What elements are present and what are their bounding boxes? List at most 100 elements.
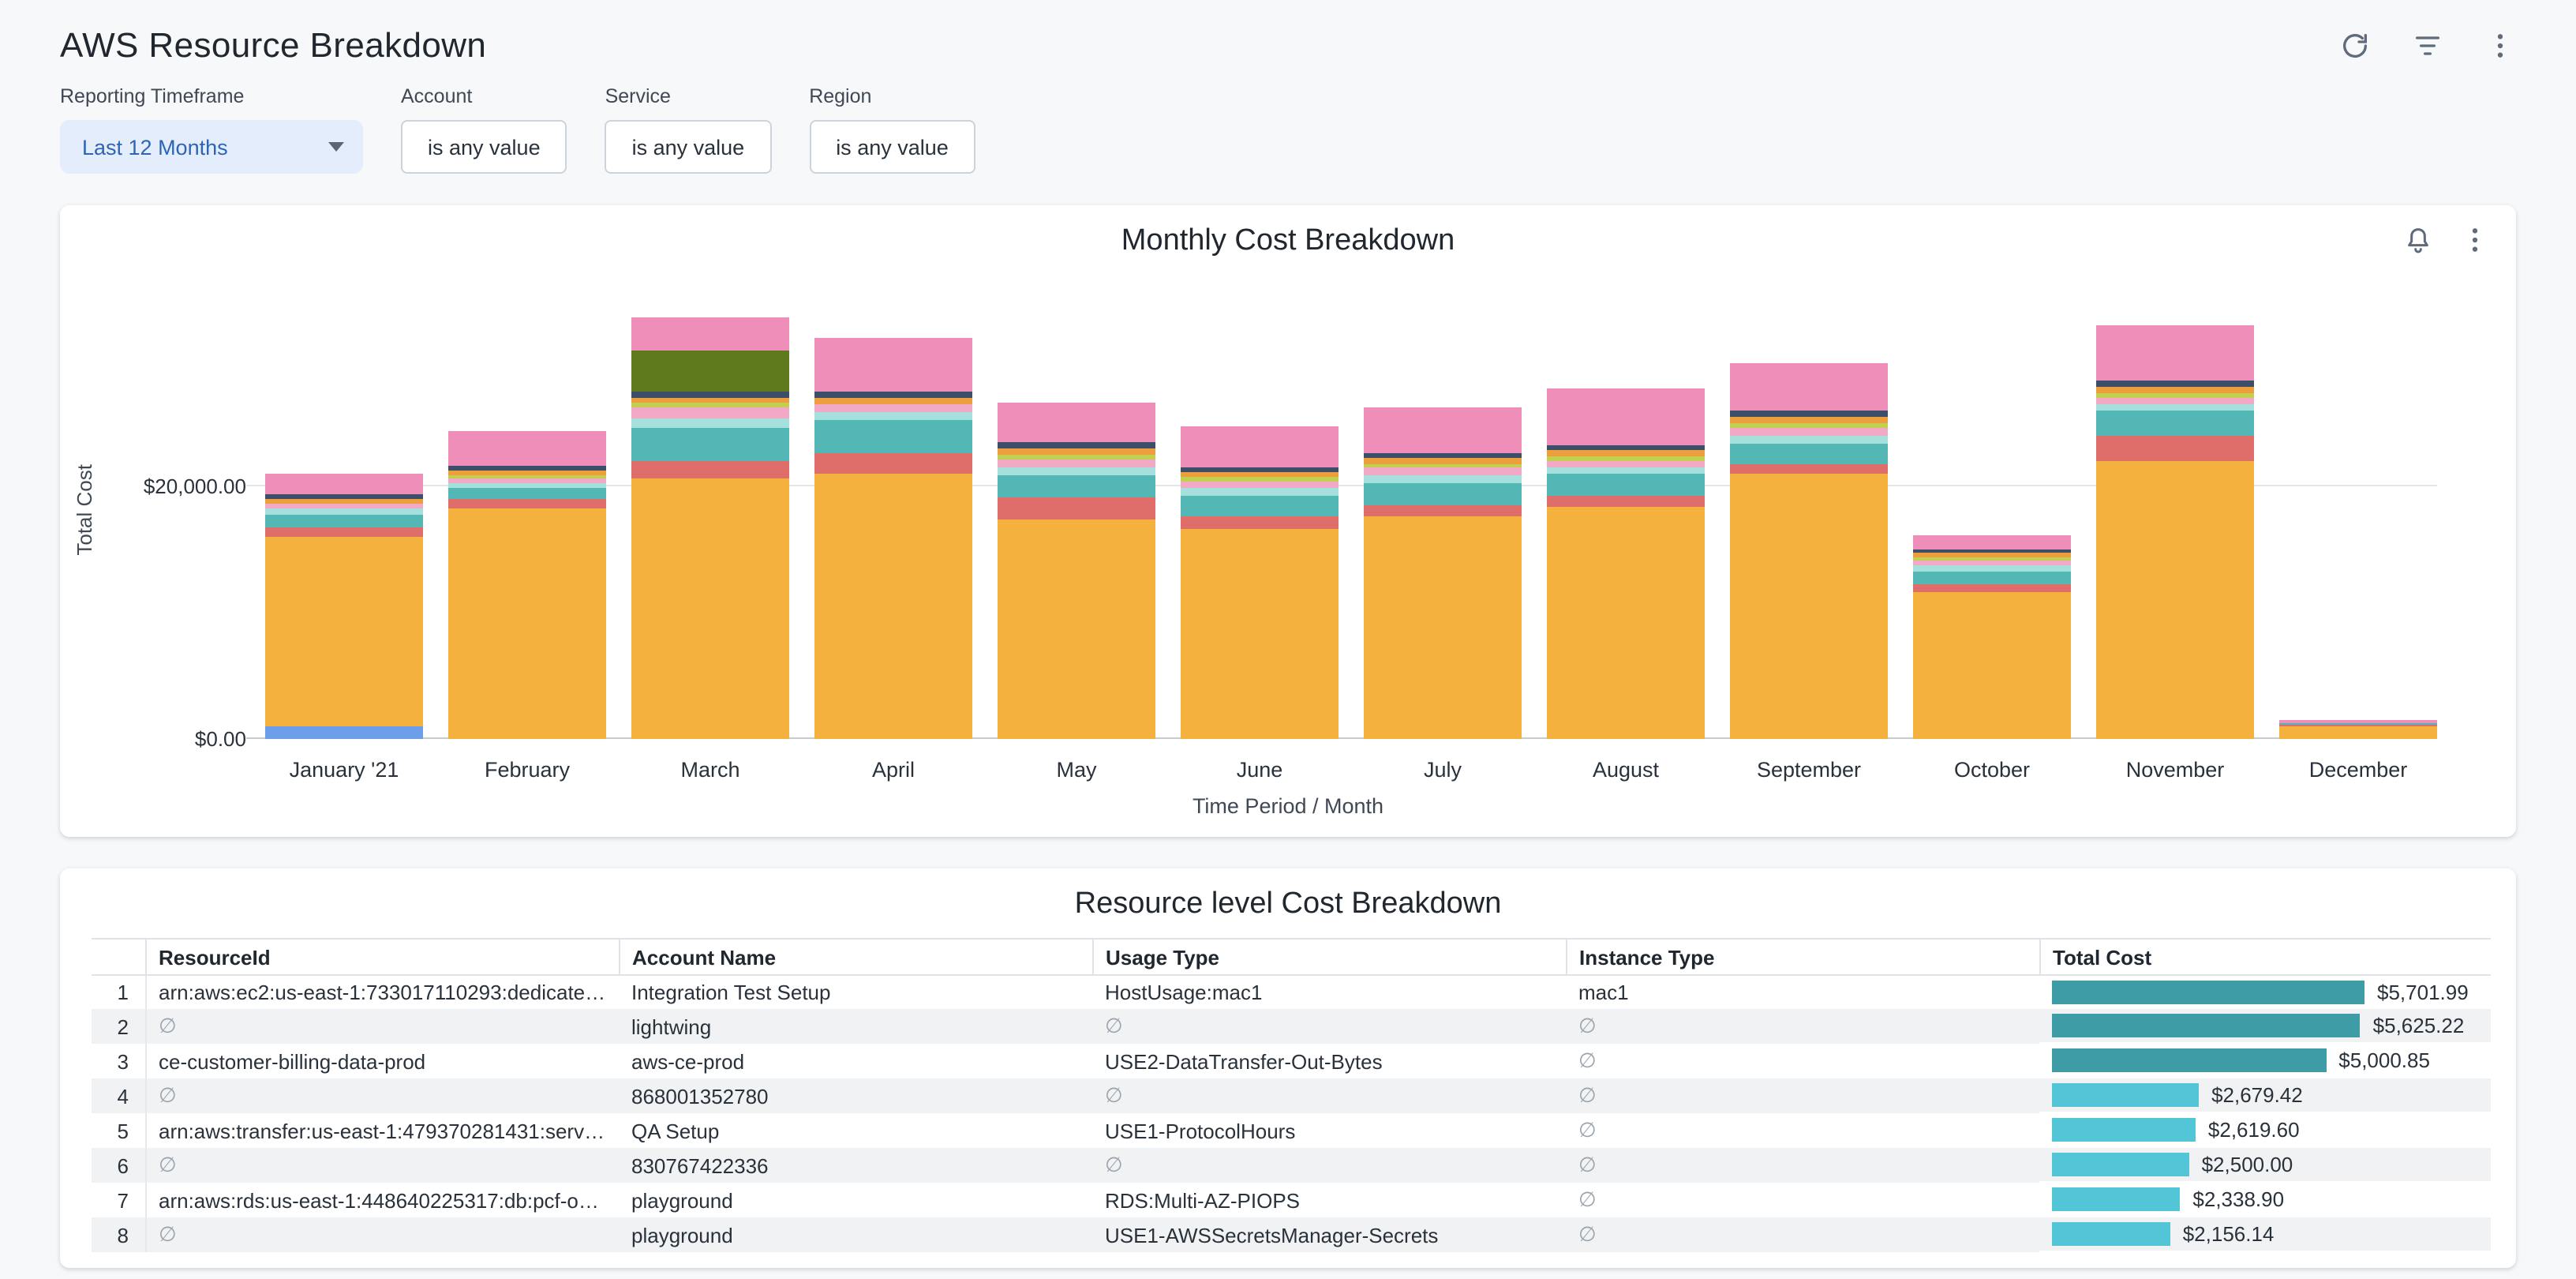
- cell-usage-type[interactable]: ∅: [1092, 1078, 1566, 1113]
- bar-segment[interactable]: [1181, 426, 1339, 467]
- stacked-bar[interactable]: [998, 403, 1155, 739]
- bar-segment[interactable]: [1181, 488, 1339, 495]
- cell-account-name[interactable]: lightwing: [619, 1009, 1092, 1044]
- filter-icon[interactable]: [2412, 30, 2443, 62]
- cell-total-cost[interactable]: $2,156.14: [2039, 1217, 2491, 1251]
- cell-usage-type[interactable]: ∅: [1092, 1148, 1566, 1183]
- cell-resource-id[interactable]: ∅: [145, 1009, 619, 1044]
- cell-usage-type[interactable]: HostUsage:mac1: [1092, 975, 1566, 1009]
- cell-instance-type[interactable]: ∅: [1566, 1078, 2039, 1113]
- bar-segment[interactable]: [1547, 474, 1705, 495]
- bar-segment[interactable]: [631, 317, 789, 351]
- bar-segment[interactable]: [631, 408, 789, 418]
- service-filter-button[interactable]: is any value: [605, 120, 772, 174]
- bar-segment[interactable]: [1730, 444, 1888, 464]
- bar-segment[interactable]: [631, 351, 789, 392]
- bar-segment[interactable]: [814, 412, 972, 421]
- stacked-bar[interactable]: [1364, 408, 1522, 739]
- bar-segment[interactable]: [631, 392, 789, 397]
- column-header[interactable]: Total Cost: [2039, 939, 2491, 975]
- column-header[interactable]: ResourceId: [145, 939, 619, 975]
- cell-usage-type[interactable]: RDS:Multi-AZ-PIOPS: [1092, 1183, 1566, 1217]
- account-filter-button[interactable]: is any value: [401, 120, 567, 174]
- bar-segment[interactable]: [1181, 495, 1339, 516]
- bar-segment[interactable]: [1547, 444, 1705, 450]
- bar-segment[interactable]: [998, 497, 1155, 519]
- bar-segment[interactable]: [1547, 507, 1705, 739]
- bar-segment[interactable]: [1913, 536, 2071, 550]
- bar-segment[interactable]: [998, 519, 1155, 739]
- column-header[interactable]: Instance Type: [1566, 939, 2039, 975]
- bar-segment[interactable]: [2279, 726, 2437, 739]
- cell-account-name[interactable]: Integration Test Setup: [619, 975, 1092, 1009]
- bar-segment[interactable]: [1913, 565, 2071, 571]
- bar-segment[interactable]: [1730, 463, 1888, 474]
- cell-usage-type[interactable]: USE1-ProtocolHours: [1092, 1113, 1566, 1148]
- stacked-bar[interactable]: [814, 337, 972, 739]
- bar-segment[interactable]: [1730, 411, 1888, 417]
- stacked-bar[interactable]: [448, 431, 606, 739]
- cell-usage-type[interactable]: USE1-AWSSecretsManager-Secrets: [1092, 1217, 1566, 1252]
- bar-segment[interactable]: [1364, 482, 1522, 505]
- bar-segment[interactable]: [1364, 468, 1522, 475]
- bar-segment[interactable]: [1181, 516, 1339, 529]
- cell-total-cost[interactable]: $2,679.42: [2039, 1078, 2491, 1112]
- bar-segment[interactable]: [2096, 461, 2254, 739]
- bar-segment[interactable]: [998, 442, 1155, 448]
- bar-segment[interactable]: [998, 403, 1155, 443]
- bar-segment[interactable]: [1547, 495, 1705, 506]
- cell-resource-id[interactable]: arn:aws:rds:us-east-1:448640225317:db:pc…: [145, 1183, 619, 1217]
- bar-segment[interactable]: [1730, 417, 1888, 422]
- cell-usage-type[interactable]: ∅: [1092, 1009, 1566, 1044]
- bar-segment[interactable]: [631, 461, 789, 478]
- bar-segment[interactable]: [448, 488, 606, 499]
- cell-resource-id[interactable]: ∅: [145, 1217, 619, 1252]
- bar-segment[interactable]: [1364, 516, 1522, 739]
- bar-segment[interactable]: [2096, 324, 2254, 381]
- stacked-bar[interactable]: [1730, 364, 1888, 739]
- cell-total-cost[interactable]: $2,500.00: [2039, 1148, 2491, 1181]
- cell-total-cost[interactable]: $2,619.60: [2039, 1113, 2491, 1146]
- bar-segment[interactable]: [1730, 474, 1888, 739]
- bar-segment[interactable]: [265, 516, 423, 528]
- bar-segment[interactable]: [2096, 411, 2254, 436]
- cell-account-name[interactable]: aws-ce-prod: [619, 1044, 1092, 1078]
- bar-segment[interactable]: [1730, 364, 1888, 411]
- region-filter-button[interactable]: is any value: [809, 120, 975, 174]
- bar-segment[interactable]: [814, 337, 972, 391]
- column-header[interactable]: Usage Type: [1092, 939, 1566, 975]
- bar-segment[interactable]: [265, 726, 423, 739]
- cell-resource-id[interactable]: ∅: [145, 1148, 619, 1183]
- cell-resource-id[interactable]: ∅: [145, 1078, 619, 1113]
- cell-resource-id[interactable]: ce-customer-billing-data-prod: [145, 1044, 619, 1078]
- stacked-bar[interactable]: [1547, 389, 1705, 739]
- bar-segment[interactable]: [1364, 505, 1522, 516]
- bar-segment[interactable]: [1913, 592, 2071, 739]
- cell-account-name[interactable]: playground: [619, 1217, 1092, 1252]
- stacked-bar[interactable]: [1913, 536, 2071, 740]
- bar-segment[interactable]: [814, 391, 972, 397]
- bar-segment[interactable]: [1547, 467, 1705, 474]
- bar-segment[interactable]: [1913, 571, 2071, 583]
- bar-segment[interactable]: [998, 467, 1155, 474]
- bar-segment[interactable]: [448, 431, 606, 467]
- bar-segment[interactable]: [2096, 387, 2254, 392]
- cell-instance-type[interactable]: ∅: [1566, 1009, 2039, 1044]
- stacked-bar[interactable]: [2279, 720, 2437, 739]
- cell-resource-id[interactable]: arn:aws:transfer:us-east-1:479370281431:…: [145, 1113, 619, 1148]
- cell-instance-type[interactable]: ∅: [1566, 1183, 2039, 1217]
- bar-segment[interactable]: [1730, 435, 1888, 443]
- bar-segment[interactable]: [631, 428, 789, 461]
- bar-segment[interactable]: [1547, 451, 1705, 456]
- bar-segment[interactable]: [1547, 389, 1705, 444]
- bar-segment[interactable]: [631, 397, 789, 403]
- bar-segment[interactable]: [265, 474, 423, 495]
- cell-resource-id[interactable]: arn:aws:ec2:us-east-1:733017110293:dedic…: [145, 975, 619, 1009]
- alert-bell-icon[interactable]: [2402, 224, 2434, 256]
- bar-segment[interactable]: [2096, 381, 2254, 387]
- stacked-bar[interactable]: [1181, 426, 1339, 739]
- cell-total-cost[interactable]: $5,701.99: [2039, 976, 2491, 1009]
- cell-instance-type[interactable]: ∅: [1566, 1044, 2039, 1078]
- bar-segment[interactable]: [631, 478, 789, 739]
- column-header[interactable]: Account Name: [619, 939, 1092, 975]
